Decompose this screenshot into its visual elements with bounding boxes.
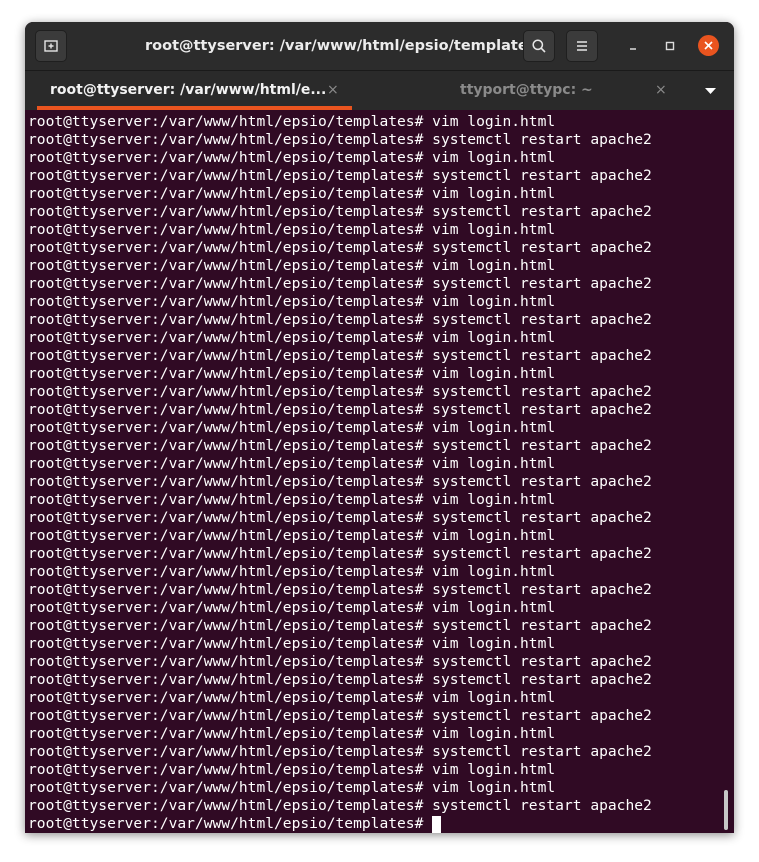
terminal-line: root@ttyserver:/var/www/html/epsio/templ… (28, 149, 556, 166)
terminal-line: root@ttyserver:/var/www/html/epsio/templ… (28, 293, 556, 310)
maximize-button[interactable] (660, 36, 680, 56)
tab-ttyport-ttypc[interactable]: ttyport@ttypc: ~ × (355, 71, 685, 110)
maximize-icon (665, 41, 675, 51)
hamburger-menu-icon (577, 41, 587, 51)
terminal-line: root@ttyserver:/var/www/html/epsio/templ… (28, 455, 556, 472)
new-tab-button[interactable] (35, 30, 67, 62)
terminal-line: root@ttyserver:/var/www/html/epsio/templ… (28, 329, 556, 346)
tab-bar: root@ttyserver: /var/www/html/e... × tty… (25, 70, 734, 110)
terminal-line: root@ttyserver:/var/www/html/epsio/templ… (28, 653, 652, 670)
window-title: root@ttyserver: /var/www/html/epsio/temp… (145, 38, 537, 54)
terminal-line: root@ttyserver:/var/www/html/epsio/templ… (28, 725, 556, 742)
terminal-line: root@ttyserver:/var/www/html/epsio/templ… (28, 527, 556, 544)
search-button[interactable] (523, 30, 555, 62)
terminal-line: root@ttyserver:/var/www/html/epsio/templ… (28, 185, 556, 202)
prompt-text: root@ttyserver:/var/www/html/epsio/templ… (28, 815, 433, 832)
scrollbar[interactable] (724, 790, 728, 830)
terminal-line: root@ttyserver:/var/www/html/epsio/templ… (28, 311, 652, 328)
terminal-lines: root@ttyserver:/var/www/html/epsio/templ… (28, 113, 652, 833)
text-cursor (432, 815, 442, 833)
terminal-line: root@ttyserver:/var/www/html/epsio/templ… (28, 221, 556, 238)
terminal-line: root@ttyserver:/var/www/html/epsio/templ… (28, 509, 652, 526)
chevron-down-icon (704, 87, 716, 94)
terminal-line: root@ttyserver:/var/www/html/epsio/templ… (28, 707, 652, 724)
minimize-button[interactable] (623, 36, 643, 56)
tab-root-ttyserver[interactable]: root@ttyserver: /var/www/html/e... × (25, 71, 355, 110)
close-button[interactable] (698, 35, 719, 56)
terminal-line: root@ttyserver:/var/www/html/epsio/templ… (28, 239, 652, 256)
terminal-line: root@ttyserver:/var/www/html/epsio/templ… (28, 545, 652, 562)
terminal-line: root@ttyserver:/var/www/html/epsio/templ… (28, 617, 652, 634)
terminal-line: root@ttyserver:/var/www/html/epsio/templ… (28, 797, 652, 814)
search-icon (532, 39, 546, 53)
terminal-line: root@ttyserver:/var/www/html/epsio/templ… (28, 347, 652, 364)
terminal-line: root@ttyserver:/var/www/html/epsio/templ… (28, 437, 652, 454)
terminal-line: root@ttyserver:/var/www/html/epsio/templ… (28, 635, 556, 652)
terminal-output[interactable]: root@ttyserver:/var/www/html/epsio/templ… (25, 110, 734, 833)
terminal-line: root@ttyserver:/var/www/html/epsio/templ… (28, 167, 652, 184)
terminal-line: root@ttyserver:/var/www/html/epsio/templ… (28, 275, 652, 292)
terminal-line: root@ttyserver:/var/www/html/epsio/templ… (28, 419, 556, 436)
terminal-line: root@ttyserver:/var/www/html/epsio/templ… (28, 761, 556, 778)
terminal-line: root@ttyserver:/var/www/html/epsio/templ… (28, 779, 556, 796)
tab-close-icon[interactable]: × (327, 82, 339, 98)
current-prompt[interactable]: root@ttyserver:/var/www/html/epsio/templ… (28, 815, 652, 833)
terminal-window: root@ttyserver: /var/www/html/epsio/temp… (25, 22, 734, 833)
new-tab-icon (44, 40, 58, 52)
terminal-line: root@ttyserver:/var/www/html/epsio/templ… (28, 365, 556, 382)
terminal-line: root@ttyserver:/var/www/html/epsio/templ… (28, 563, 556, 580)
terminal-line: root@ttyserver:/var/www/html/epsio/templ… (28, 671, 652, 688)
tab-menu-button[interactable] (700, 81, 720, 101)
terminal-line: root@ttyserver:/var/www/html/epsio/templ… (28, 473, 652, 490)
minimize-icon (630, 48, 636, 50)
terminal-line: root@ttyserver:/var/www/html/epsio/templ… (28, 257, 556, 274)
terminal-line: root@ttyserver:/var/www/html/epsio/templ… (28, 203, 652, 220)
close-icon (704, 41, 713, 50)
terminal-line: root@ttyserver:/var/www/html/epsio/templ… (28, 581, 652, 598)
terminal-line: root@ttyserver:/var/www/html/epsio/templ… (28, 743, 652, 760)
terminal-line: root@ttyserver:/var/www/html/epsio/templ… (28, 383, 652, 400)
terminal-line: root@ttyserver:/var/www/html/epsio/templ… (28, 113, 556, 130)
terminal-line: root@ttyserver:/var/www/html/epsio/templ… (28, 131, 652, 148)
terminal-line: root@ttyserver:/var/www/html/epsio/templ… (28, 599, 556, 616)
terminal-line: root@ttyserver:/var/www/html/epsio/templ… (28, 401, 652, 418)
terminal-line: root@ttyserver:/var/www/html/epsio/templ… (28, 689, 556, 706)
tab-label: root@ttyserver: /var/www/html/e... (50, 82, 327, 98)
terminal-line: root@ttyserver:/var/www/html/epsio/templ… (28, 491, 556, 508)
tab-close-icon[interactable]: × (655, 82, 667, 98)
tab-label: ttyport@ttypc: ~ (460, 82, 593, 98)
title-bar[interactable]: root@ttyserver: /var/www/html/epsio/temp… (25, 22, 734, 70)
menu-button[interactable] (566, 30, 598, 62)
